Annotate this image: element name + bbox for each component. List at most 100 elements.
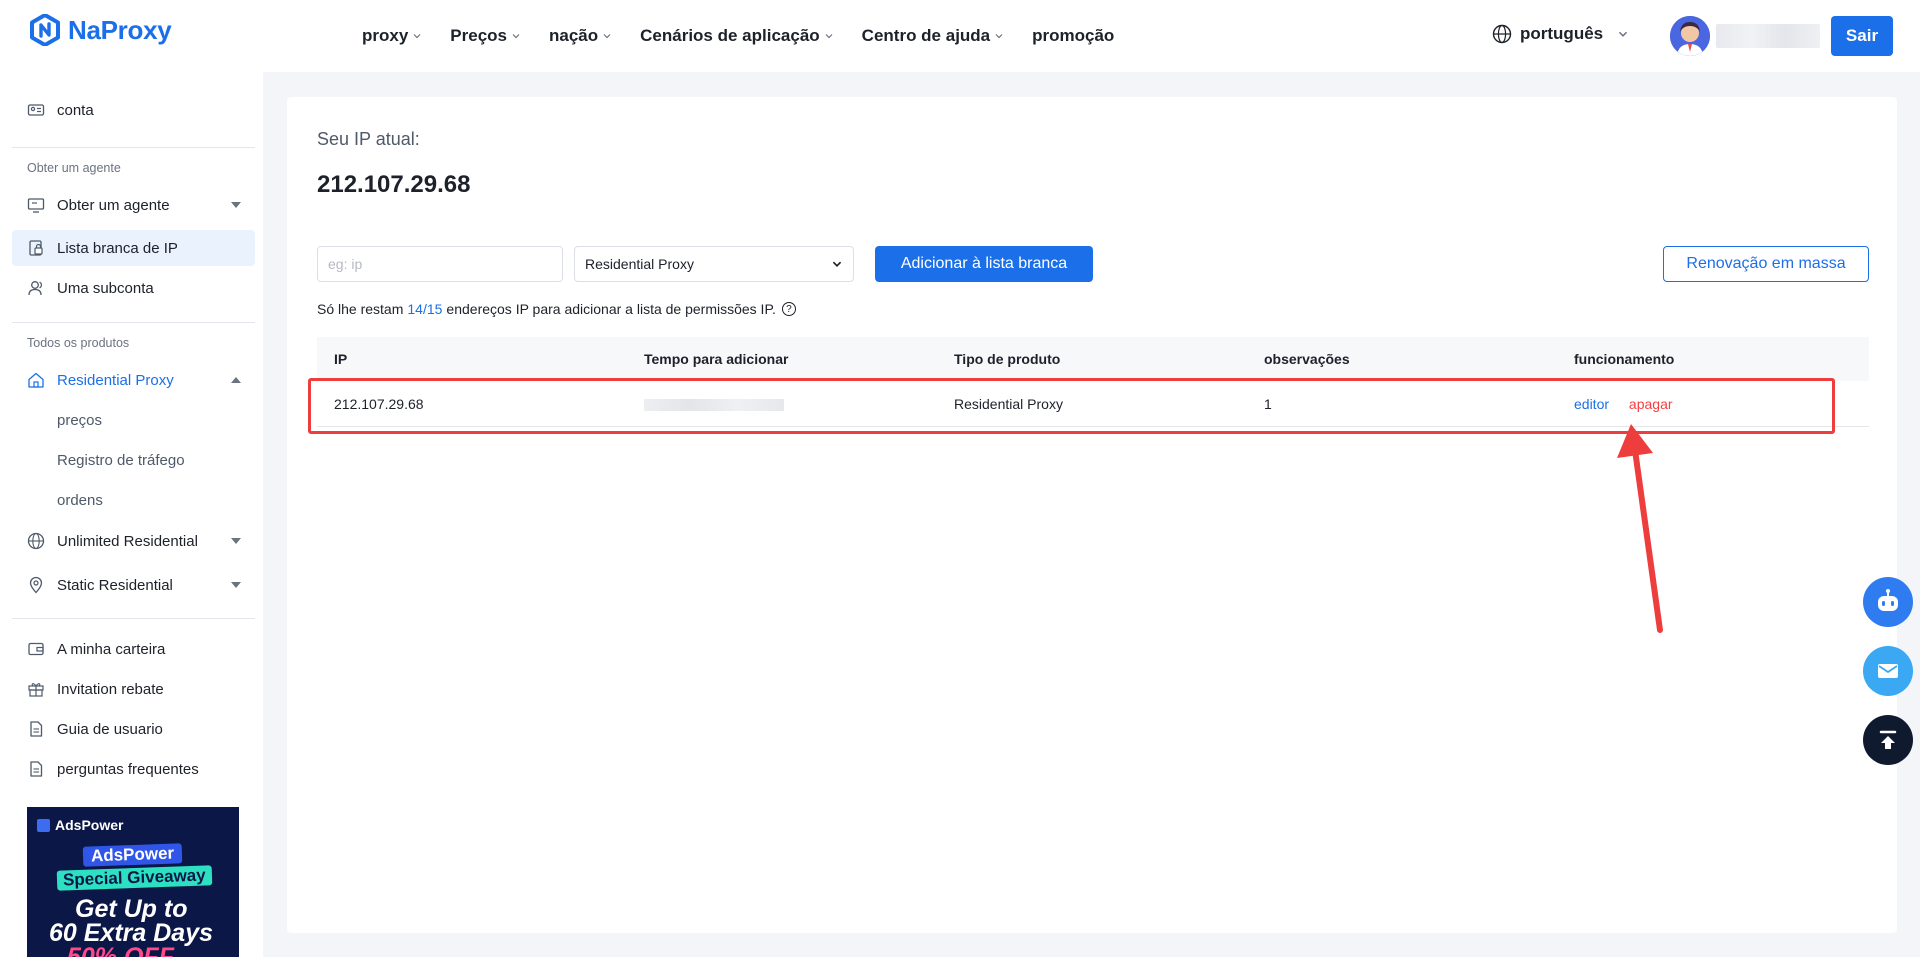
ad-brand: AdsPower bbox=[37, 817, 123, 833]
nav-help-center-label: Centro de ajuda bbox=[861, 26, 991, 45]
username-redacted bbox=[1716, 24, 1820, 48]
ad-brand-label: AdsPower bbox=[55, 817, 124, 833]
sidebar-item-label: Static Residential bbox=[57, 576, 173, 594]
sidebar-item-label: Invitation rebate bbox=[57, 680, 164, 698]
nav-scenarios[interactable]: Cenários de aplicação bbox=[640, 26, 834, 46]
caret-down-icon bbox=[231, 538, 241, 544]
brand-name: NaProxy bbox=[68, 14, 172, 45]
chevron-down-icon bbox=[413, 34, 421, 39]
back-to-top-button[interactable] bbox=[1863, 715, 1913, 765]
sidebar-divider bbox=[12, 322, 255, 323]
sidebar-item-label: perguntas frequentes bbox=[57, 760, 199, 778]
sidebar-item-label: A minha carteira bbox=[57, 640, 166, 658]
chevron-down-icon bbox=[603, 34, 611, 39]
current-ip-label: Seu IP atual: bbox=[317, 129, 420, 149]
sidebar-item-label: conta bbox=[57, 101, 94, 119]
caret-up-icon bbox=[231, 377, 241, 383]
help-icon[interactable]: ? bbox=[781, 302, 796, 316]
sidebar-item-unlimited-residential[interactable]: Unlimited Residential bbox=[12, 523, 255, 559]
remaining-ip-notice: Só lhe restam 14/15 endereços IP para ad… bbox=[317, 301, 796, 317]
sidebar-item-label: Lista branca de IP bbox=[57, 239, 178, 257]
sidebar-item-account[interactable]: conta bbox=[12, 92, 255, 128]
sidebar-subitem-prices[interactable]: preços bbox=[57, 412, 102, 429]
main-nav: proxy Preços nação Cenários de aplicação… bbox=[362, 0, 1142, 72]
remain-count: 14/15 bbox=[407, 301, 443, 317]
bulk-renewal-button[interactable]: Renovação em massa bbox=[1663, 246, 1869, 282]
adspower-logo-icon bbox=[37, 818, 50, 832]
sidebar-item-subaccount[interactable]: Uma subconta bbox=[12, 270, 255, 306]
ad-headline: AdsPower bbox=[82, 843, 183, 867]
col-header-actions: funcionamento bbox=[1574, 351, 1675, 367]
col-header-ip: IP bbox=[334, 351, 348, 367]
col-header-product: Tipo de produto bbox=[954, 351, 1061, 367]
sidebar: conta Obter um agente Obter um agente Li… bbox=[0, 72, 263, 957]
sidebar-item-wallet[interactable]: A minha carteira bbox=[12, 631, 255, 667]
nav-promotion-label: promoção bbox=[1032, 26, 1115, 45]
delete-link[interactable]: apagar bbox=[1629, 396, 1673, 412]
globe-icon bbox=[1492, 24, 1512, 44]
cell-time bbox=[627, 393, 937, 414]
chatbot-button[interactable] bbox=[1863, 577, 1913, 627]
language-label: português bbox=[1520, 24, 1604, 43]
mail-icon bbox=[1878, 664, 1898, 678]
sidebar-item-faq[interactable]: perguntas frequentes bbox=[12, 751, 255, 787]
sidebar-item-invitation[interactable]: Invitation rebate bbox=[12, 671, 255, 707]
time-redacted bbox=[644, 399, 784, 411]
annotation-arrow bbox=[1617, 424, 1663, 633]
sidebar-subitem-orders[interactable]: ordens bbox=[57, 492, 103, 509]
nav-nation[interactable]: nação bbox=[549, 26, 612, 46]
naproxy-logo-icon bbox=[30, 14, 60, 46]
arrow-up-icon bbox=[1879, 730, 1897, 749]
chevron-down-icon bbox=[995, 34, 1003, 39]
sidebar-item-get-agent[interactable]: Obter um agente bbox=[12, 187, 255, 223]
monitor-icon bbox=[27, 196, 45, 214]
user-avatar-icon bbox=[1670, 16, 1710, 56]
sidebar-item-label: Unlimited Residential bbox=[57, 532, 198, 550]
email-button[interactable] bbox=[1863, 646, 1913, 696]
ad-subheadline: Special Giveaway bbox=[56, 865, 213, 891]
avatar[interactable] bbox=[1670, 16, 1710, 56]
chevron-down-icon bbox=[1619, 31, 1628, 37]
sidebar-item-static-residential[interactable]: Static Residential bbox=[12, 567, 255, 603]
caret-down-icon bbox=[231, 202, 241, 208]
cell-actions: editor apagar bbox=[1557, 396, 1869, 412]
sidebar-item-label: Obter um agente bbox=[57, 196, 170, 214]
col-header-time: Tempo para adicionar bbox=[644, 351, 789, 367]
sidebar-item-user-guide[interactable]: Guia de usuario bbox=[12, 711, 255, 747]
brand-logo[interactable]: NaProxy bbox=[30, 14, 172, 46]
product-select[interactable]: Residential Proxy bbox=[574, 246, 854, 282]
nav-proxy[interactable]: proxy bbox=[362, 26, 422, 46]
product-select-value: Residential Proxy bbox=[585, 256, 694, 272]
edit-link[interactable]: editor bbox=[1574, 396, 1609, 412]
users-icon bbox=[27, 279, 45, 297]
sidebar-item-label: Uma subconta bbox=[57, 279, 154, 297]
col-header-notes: observações bbox=[1264, 351, 1350, 367]
remain-prefix: Só lhe restam bbox=[317, 301, 404, 317]
nav-help-center[interactable]: Centro de ajuda bbox=[862, 26, 1004, 46]
robot-icon bbox=[1878, 589, 1898, 611]
add-to-whitelist-button[interactable]: Adicionar à lista branca bbox=[875, 246, 1093, 282]
sidebar-divider bbox=[12, 618, 255, 619]
sidebar-section-products: Todos os produtos bbox=[27, 336, 130, 350]
chevron-down-icon bbox=[832, 261, 842, 267]
sidebar-item-residential-proxy[interactable]: Residential Proxy bbox=[12, 362, 255, 398]
nav-promotion[interactable]: promoção bbox=[1032, 26, 1114, 46]
exit-button[interactable]: Sair bbox=[1831, 16, 1893, 56]
top-header: NaProxy proxy Preços nação Cenários de a… bbox=[0, 0, 1920, 72]
sidebar-section-agent: Obter um agente bbox=[27, 161, 121, 175]
globe-icon bbox=[27, 532, 45, 550]
language-selector[interactable]: português bbox=[1492, 24, 1629, 44]
ip-input[interactable] bbox=[317, 246, 563, 282]
sidebar-item-ip-whitelist[interactable]: Lista branca de IP bbox=[12, 230, 255, 266]
nav-prices[interactable]: Preços bbox=[450, 26, 521, 46]
gift-icon bbox=[27, 680, 45, 698]
sidebar-subitem-traffic-log[interactable]: Registro de tráfego bbox=[57, 452, 185, 469]
caret-down-icon bbox=[231, 582, 241, 588]
location-pin-icon bbox=[27, 576, 45, 594]
table-header: IP Tempo para adicionar Tipo de produto … bbox=[317, 337, 1869, 381]
current-ip-value: 212.107.29.68 bbox=[317, 171, 471, 198]
sidebar-item-label: Guia de usuario bbox=[57, 720, 163, 738]
sidebar-divider bbox=[12, 147, 255, 148]
home-icon bbox=[27, 371, 45, 389]
adspower-ad-banner[interactable]: AdsPower AdsPower Special Giveaway Get U… bbox=[27, 807, 239, 957]
